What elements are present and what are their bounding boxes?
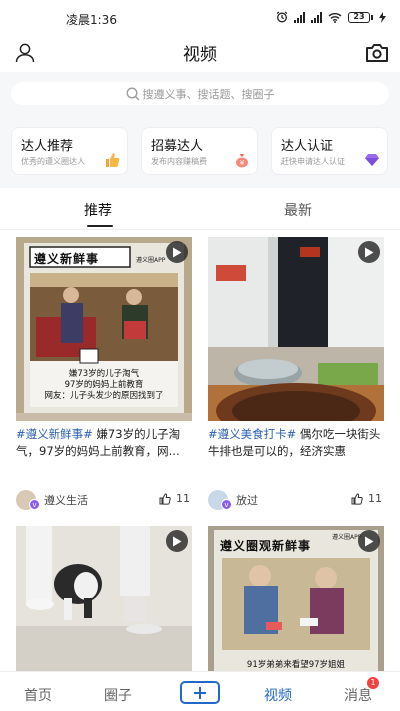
video-thumbnail[interactable]: 遵义新鲜事 遵义圈APP 嫌73岁的儿子淘气 97岁的妈妈上前教育 网友：儿子头… <box>16 237 192 421</box>
play-button[interactable] <box>166 241 188 263</box>
search-section: 搜遵义事、搜话题、搜圈子 <box>0 72 400 118</box>
card-talent-verify[interactable]: 达人认证 赶快申请达人认证 <box>271 127 388 175</box>
card-subtitle: 发布内容赚稿费 <box>151 157 207 166</box>
thumb-banner: 遵义新鲜事 <box>34 252 100 266</box>
thumbs-up-icon <box>351 492 363 505</box>
post-hashtag[interactable]: #遵义新鲜事# <box>16 427 93 441</box>
thumbs-up-icon <box>106 153 120 167</box>
app-header: 视频 <box>0 34 400 72</box>
thumb-caption: 91岁弟弟来看望97岁姐姐 <box>246 660 346 670</box>
tab-video[interactable]: 视频 <box>264 685 292 705</box>
thumbnail-image <box>208 237 384 421</box>
camera-icon <box>366 44 388 62</box>
play-icon <box>365 536 374 546</box>
messages-badge: 1 <box>367 677 379 689</box>
feature-cards: 达人推荐 优秀的遵义圈达人 招募达人 发布内容赚稿费 ¥ 达人认证 赶快申请达人… <box>0 118 400 188</box>
post-hashtag[interactable]: #遵义美食打卡# <box>208 427 296 441</box>
card-recruit-talent[interactable]: 招募达人 发布内容赚稿费 ¥ <box>141 127 258 175</box>
status-time: 凌晨1:36 <box>66 13 117 27</box>
tab-recommend[interactable]: 推荐 <box>84 200 112 220</box>
thumb-caption-3: 网友：儿子头发少的原因找到了 <box>44 391 164 401</box>
thumb-logo: 遵义圈APP <box>332 534 362 541</box>
status-bar: 凌晨1:36 23 <box>0 0 400 34</box>
search-icon <box>126 87 139 100</box>
verified-badge-icon: v <box>221 499 232 510</box>
wifi-icon <box>328 12 342 23</box>
card-subtitle: 赶快申请达人认证 <box>281 157 345 166</box>
video-thumbnail[interactable] <box>16 526 192 671</box>
author-name[interactable]: 放过 <box>236 492 258 508</box>
verified-badge-icon: v <box>29 499 40 510</box>
tab-circle[interactable]: 圈子 <box>104 685 132 705</box>
card-talent-recommend[interactable]: 达人推荐 优秀的遵义圈达人 <box>11 127 128 175</box>
charging-icon <box>379 11 386 23</box>
signal-icon <box>294 11 305 23</box>
money-bag-icon: ¥ <box>236 154 248 168</box>
card-subtitle: 优秀的遵义圈达人 <box>21 157 85 166</box>
play-icon <box>173 247 182 257</box>
tab-latest[interactable]: 最新 <box>284 200 312 220</box>
video-thumbnail[interactable] <box>208 237 384 421</box>
svg-text:¥: ¥ <box>240 159 245 167</box>
card-title: 达人认证 <box>281 139 334 154</box>
like-button[interactable]: 11 <box>159 492 190 505</box>
post-text[interactable]: #遵义美食打卡# 偶尔吃一块街头牛排也是可以的，经济实惠 <box>208 426 384 460</box>
publish-button[interactable] <box>180 681 220 704</box>
video-thumbnail[interactable]: 遵义圈APP 遵义圈观新鲜事 91岁弟弟来看望97岁姐姐 <box>208 526 384 671</box>
video-feed: 遵义新鲜事 遵义圈APP 嫌73岁的儿子淘气 97岁的妈妈上前教育 网友：儿子头… <box>0 230 400 671</box>
tab-home[interactable]: 首页 <box>24 685 52 705</box>
like-count: 11 <box>368 492 382 505</box>
bottom-tab-bar: 首页 圈子 视频 消息 1 <box>0 671 400 711</box>
tab-messages[interactable]: 消息 <box>344 685 372 705</box>
post-author[interactable]: v 遵义生活 11 <box>16 490 192 510</box>
search-placeholder: 搜遵义事、搜话题、搜圈子 <box>142 87 275 101</box>
thumbs-up-icon <box>159 492 171 505</box>
page-title: 视频 <box>183 45 217 65</box>
alarm-icon <box>276 11 288 23</box>
like-button[interactable]: 11 <box>351 492 382 505</box>
thumb-banner: 遵义圈观新鲜事 <box>220 539 312 553</box>
play-button[interactable] <box>166 530 188 552</box>
status-icons: 23 <box>276 11 386 23</box>
card-title: 招募达人 <box>151 139 204 154</box>
author-name[interactable]: 遵义生活 <box>44 492 88 508</box>
like-count: 11 <box>176 492 190 505</box>
feed-tabs: 推荐 最新 <box>0 188 400 230</box>
diamond-icon <box>365 154 379 166</box>
post-author[interactable]: v 放过 11 <box>208 490 384 510</box>
play-button[interactable] <box>358 241 380 263</box>
battery-icon: 23 <box>348 11 373 23</box>
play-icon <box>173 536 182 546</box>
play-button[interactable] <box>358 530 380 552</box>
thumbnail-image <box>16 526 192 671</box>
card-title: 达人推荐 <box>21 139 74 154</box>
plus-icon <box>194 686 206 699</box>
active-tab-indicator <box>87 225 113 227</box>
search-input[interactable]: 搜遵义事、搜话题、搜圈子 <box>11 82 389 105</box>
battery-level: 23 <box>348 11 370 23</box>
play-icon <box>365 247 374 257</box>
camera-button[interactable] <box>364 40 390 66</box>
post-text[interactable]: #遵义新鲜事# 嫌73岁的儿子淘气，97岁的妈妈上前教育，网... <box>16 426 192 460</box>
signal-icon-2 <box>311 11 322 23</box>
thumb-logo: 遵义圈APP <box>136 257 166 264</box>
